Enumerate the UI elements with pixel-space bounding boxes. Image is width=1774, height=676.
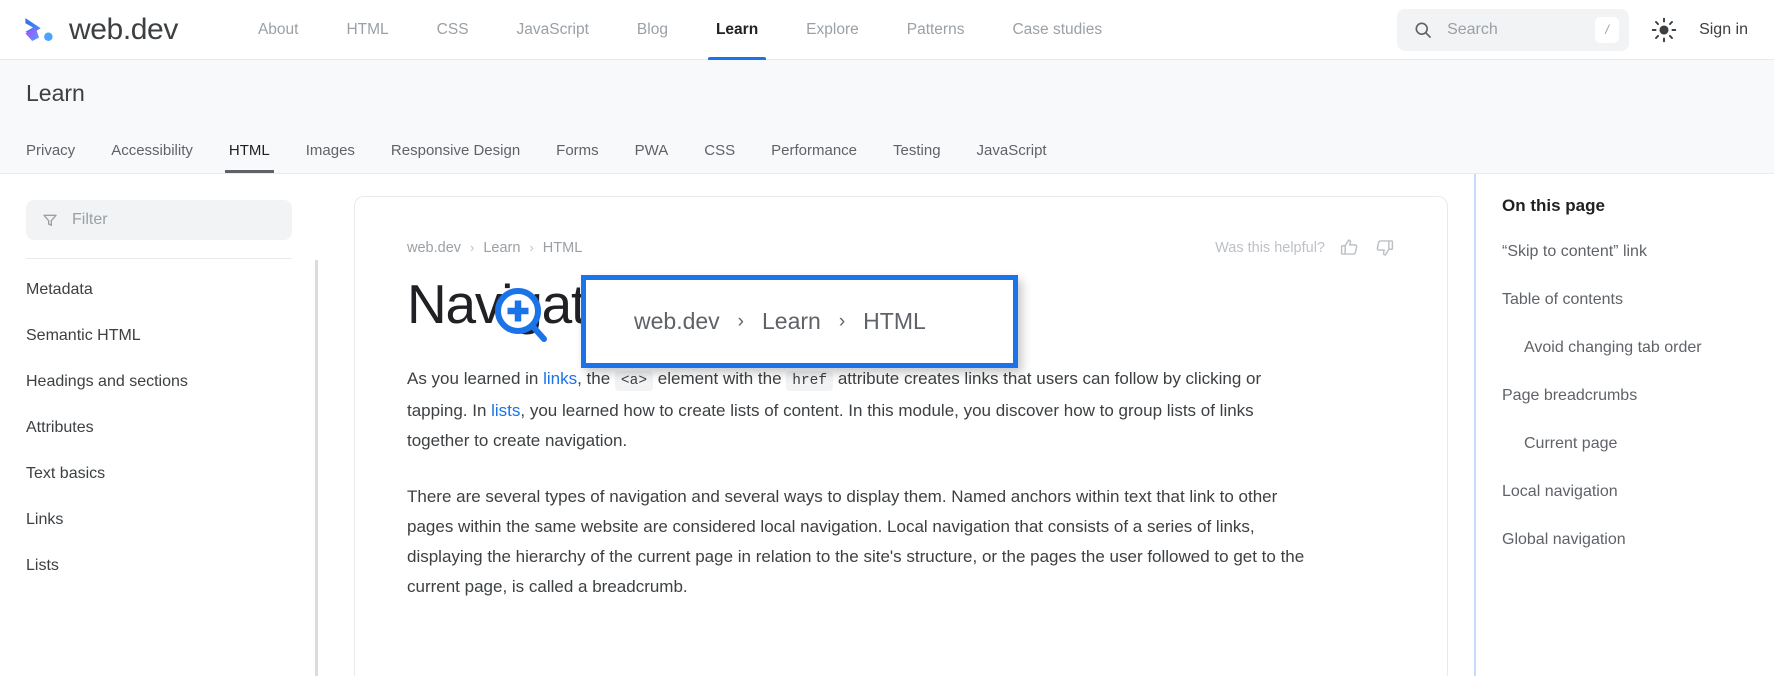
filter-icon: [42, 212, 58, 228]
toc-item-page-breadcrumbs[interactable]: Page breadcrumbs: [1502, 384, 1748, 432]
callout-breadcrumb-item-html[interactable]: HTML: [863, 308, 926, 335]
brand-name: web.dev: [69, 13, 178, 47]
sidebar-item-metadata[interactable]: Metadata: [26, 267, 292, 313]
article-paragraph-1: As you learned in links, the <a> element…: [407, 364, 1307, 456]
thumb-down-icon[interactable]: [1374, 237, 1395, 258]
sidebar-item-lists[interactable]: Lists: [26, 543, 292, 589]
breadcrumb: web.dev › Learn › HTML: [407, 240, 582, 256]
breadcrumb-item-html[interactable]: HTML: [543, 240, 582, 256]
webdev-logo-icon: [22, 13, 56, 47]
search-icon: [1413, 20, 1433, 40]
tab-testing[interactable]: Testing: [875, 142, 959, 173]
on-this-page-sidebar: On this page “Skip to content” link Tabl…: [1474, 174, 1774, 676]
tab-performance[interactable]: Performance: [753, 142, 875, 173]
p1-text-2: , the: [577, 369, 615, 388]
thumb-up-icon[interactable]: [1339, 237, 1360, 258]
toc-item-table-of-contents[interactable]: Table of contents: [1502, 288, 1748, 336]
header-actions: Search / Sign in: [1397, 9, 1748, 51]
page-body: Filter Metadata Semantic HTML Headings a…: [0, 174, 1774, 676]
article-top-row: web.dev › Learn › HTML Was this helpful?: [407, 237, 1395, 258]
feedback-widget: Was this helpful?: [1215, 237, 1395, 258]
feedback-question: Was this helpful?: [1215, 240, 1325, 256]
callout-breadcrumb-separator-icon: ›: [839, 311, 845, 333]
search-input[interactable]: Search /: [1397, 9, 1629, 51]
tab-forms[interactable]: Forms: [538, 142, 617, 173]
sidebar-item-text-basics[interactable]: Text basics: [26, 451, 292, 497]
breadcrumb-separator-icon: ›: [529, 240, 533, 255]
nav-item-css[interactable]: CSS: [413, 0, 493, 60]
tab-javascript[interactable]: JavaScript: [959, 142, 1065, 173]
zoom-callout: web.dev › Learn › HTML: [581, 275, 1018, 368]
breadcrumb-item-webdev[interactable]: web.dev: [407, 240, 461, 256]
toc-item-avoid-changing-tab-order[interactable]: Avoid changing tab order: [1502, 336, 1748, 384]
section-header: Learn Privacy Accessibility HTML Images …: [0, 60, 1774, 174]
nav-item-explore[interactable]: Explore: [782, 0, 883, 60]
p1-text-5: , you learned how to create lists of con…: [407, 401, 1254, 450]
nav-item-html[interactable]: HTML: [322, 0, 412, 60]
brand[interactable]: web.dev: [22, 13, 178, 47]
callout-breadcrumb-item-learn[interactable]: Learn: [762, 308, 821, 335]
main-content: web.dev › Learn › HTML Was this helpful?: [318, 174, 1474, 676]
tab-pwa[interactable]: PWA: [617, 142, 687, 173]
section-title: Learn: [26, 80, 1748, 107]
nav-item-about[interactable]: About: [234, 0, 323, 60]
search-shortcut-key: /: [1595, 17, 1619, 43]
sidebar-item-headings-and-sections[interactable]: Headings and sections: [26, 359, 292, 405]
link-links[interactable]: links: [543, 369, 577, 388]
p1-text-1: As you learned in: [407, 369, 543, 388]
webdev-learn-page: web.dev About HTML CSS JavaScript Blog L…: [0, 0, 1774, 676]
filter-placeholder: Filter: [72, 211, 108, 229]
callout-breadcrumb: web.dev › Learn › HTML: [634, 308, 926, 335]
main-nav: About HTML CSS JavaScript Blog Learn Exp…: [234, 0, 1126, 60]
callout-breadcrumb-separator-icon: ›: [738, 311, 744, 333]
article-paragraph-2: There are several types of navigation an…: [407, 482, 1307, 602]
section-tabs: Privacy Accessibility HTML Images Respon…: [26, 127, 1748, 173]
filter-input[interactable]: Filter: [26, 200, 292, 240]
toc-item-global-navigation[interactable]: Global navigation: [1502, 528, 1748, 576]
callout-breadcrumb-item-webdev[interactable]: web.dev: [634, 308, 720, 335]
sidebar-item-attributes[interactable]: Attributes: [26, 405, 292, 451]
left-sidebar: Filter Metadata Semantic HTML Headings a…: [0, 174, 318, 676]
nav-item-blog[interactable]: Blog: [613, 0, 692, 60]
sidebar-divider: [26, 258, 292, 259]
tab-images[interactable]: Images: [288, 142, 373, 173]
code-href-attribute: href: [786, 371, 833, 391]
tab-html[interactable]: HTML: [211, 142, 288, 173]
toc-list: “Skip to content” link Table of contents…: [1502, 240, 1748, 576]
breadcrumb-item-learn[interactable]: Learn: [483, 240, 520, 256]
tab-css[interactable]: CSS: [686, 142, 753, 173]
global-header: web.dev About HTML CSS JavaScript Blog L…: [0, 0, 1774, 60]
tab-privacy[interactable]: Privacy: [26, 142, 93, 173]
link-lists[interactable]: lists: [491, 401, 520, 420]
sun-icon[interactable]: [1651, 17, 1677, 43]
toc-item-current-page[interactable]: Current page: [1502, 432, 1748, 480]
breadcrumb-separator-icon: ›: [470, 240, 474, 255]
nav-item-case-studies[interactable]: Case studies: [988, 0, 1126, 60]
p1-text-3: element with the: [653, 369, 786, 388]
toc-item-skip-to-content-link[interactable]: “Skip to content” link: [1502, 240, 1748, 288]
nav-item-javascript[interactable]: JavaScript: [493, 0, 613, 60]
nav-item-learn[interactable]: Learn: [692, 0, 782, 60]
sidebar-list: Metadata Semantic HTML Headings and sect…: [26, 267, 292, 589]
tab-accessibility[interactable]: Accessibility: [93, 142, 211, 173]
sidebar-item-semantic-html[interactable]: Semantic HTML: [26, 313, 292, 359]
article-card: web.dev › Learn › HTML Was this helpful?: [354, 196, 1448, 676]
tab-responsive-design[interactable]: Responsive Design: [373, 142, 538, 173]
sidebar-item-links[interactable]: Links: [26, 497, 292, 543]
toc-title: On this page: [1502, 196, 1748, 216]
toc-item-local-navigation[interactable]: Local navigation: [1502, 480, 1748, 528]
code-anchor-element: <a>: [615, 371, 653, 391]
sign-in-button[interactable]: Sign in: [1699, 21, 1748, 39]
nav-item-patterns[interactable]: Patterns: [883, 0, 989, 60]
search-placeholder: Search: [1447, 21, 1581, 39]
